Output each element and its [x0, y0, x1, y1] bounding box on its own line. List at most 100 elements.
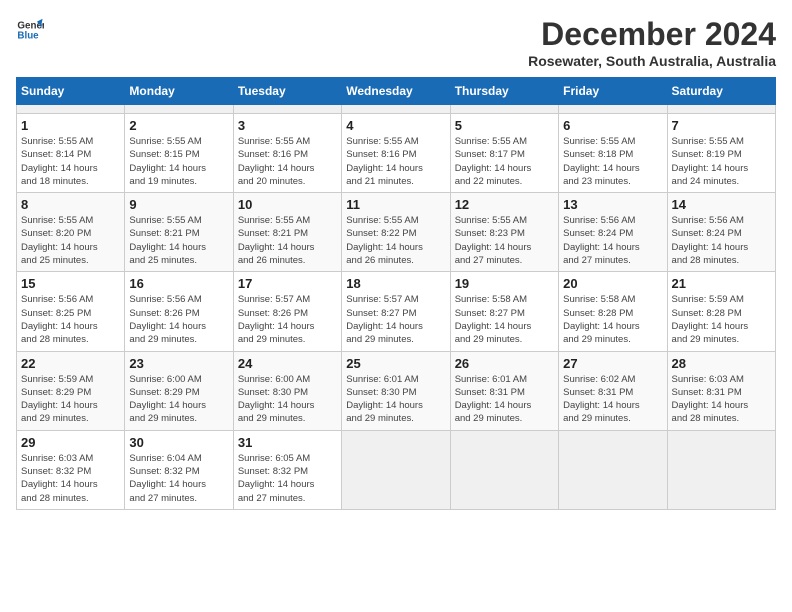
day-detail: Sunrise: 5:57 AMSunset: 8:26 PMDaylight:… — [238, 293, 337, 346]
day-number: 16 — [129, 276, 228, 291]
day-detail: Sunrise: 6:05 AMSunset: 8:32 PMDaylight:… — [238, 452, 337, 505]
col-sunday: Sunday — [17, 78, 125, 105]
table-row: 8 Sunrise: 5:55 AMSunset: 8:20 PMDaylight… — [17, 193, 125, 272]
table-row — [667, 105, 775, 114]
day-detail: Sunrise: 5:55 AMSunset: 8:17 PMDaylight:… — [455, 135, 554, 188]
table-row: 7 Sunrise: 5:55 AMSunset: 8:19 PMDaylight… — [667, 114, 775, 193]
calendar-row: 1Sunrise: 5:55 AMSunset: 8:14 PMDaylight… — [17, 114, 776, 193]
day-number: 19 — [455, 276, 554, 291]
day-detail: Sunrise: 5:55 AMSunset: 8:20 PMDaylight:… — [21, 214, 120, 267]
table-row: 31 Sunrise: 6:05 AMSunset: 8:32 PMDayligh… — [233, 430, 341, 509]
page-header: General Blue December 2024 Rosewater, So… — [16, 16, 776, 69]
calendar-row — [17, 105, 776, 114]
col-saturday: Saturday — [667, 78, 775, 105]
month-title: December 2024 — [528, 16, 776, 53]
day-number: 8 — [21, 197, 120, 212]
col-friday: Friday — [559, 78, 667, 105]
table-row — [342, 430, 450, 509]
table-row: 11 Sunrise: 5:55 AMSunset: 8:22 PMDayligh… — [342, 193, 450, 272]
table-row — [342, 105, 450, 114]
day-number: 26 — [455, 356, 554, 371]
table-row — [450, 430, 558, 509]
day-number: 21 — [672, 276, 771, 291]
table-row: 17 Sunrise: 5:57 AMSunset: 8:26 PMDayligh… — [233, 272, 341, 351]
day-number: 3 — [238, 118, 337, 133]
day-number: 25 — [346, 356, 445, 371]
table-row: 1Sunrise: 5:55 AMSunset: 8:14 PMDaylight… — [17, 114, 125, 193]
day-detail: Sunrise: 6:01 AMSunset: 8:30 PMDaylight:… — [346, 373, 445, 426]
day-number: 4 — [346, 118, 445, 133]
col-tuesday: Tuesday — [233, 78, 341, 105]
day-number: 30 — [129, 435, 228, 450]
day-number: 31 — [238, 435, 337, 450]
day-number: 6 — [563, 118, 662, 133]
day-detail: Sunrise: 5:55 AMSunset: 8:19 PMDaylight:… — [672, 135, 771, 188]
day-detail: Sunrise: 6:03 AMSunset: 8:32 PMDaylight:… — [21, 452, 120, 505]
table-row: 19Sunrise: 5:58 AMSunset: 8:27 PMDayligh… — [450, 272, 558, 351]
table-row — [450, 105, 558, 114]
table-row: 6 Sunrise: 5:55 AMSunset: 8:18 PMDaylight… — [559, 114, 667, 193]
col-wednesday: Wednesday — [342, 78, 450, 105]
table-row: 5 Sunrise: 5:55 AMSunset: 8:17 PMDaylight… — [450, 114, 558, 193]
table-row: 10Sunrise: 5:55 AMSunset: 8:21 PMDayligh… — [233, 193, 341, 272]
day-detail: Sunrise: 6:01 AMSunset: 8:31 PMDaylight:… — [455, 373, 554, 426]
day-detail: Sunrise: 5:55 AMSunset: 8:18 PMDaylight:… — [563, 135, 662, 188]
table-row: 9 Sunrise: 5:55 AMSunset: 8:21 PMDaylight… — [125, 193, 233, 272]
day-number: 7 — [672, 118, 771, 133]
logo-icon: General Blue — [16, 16, 44, 44]
day-detail: Sunrise: 5:55 AMSunset: 8:16 PMDaylight:… — [346, 135, 445, 188]
day-number: 20 — [563, 276, 662, 291]
table-row: 21Sunrise: 5:59 AMSunset: 8:28 PMDayligh… — [667, 272, 775, 351]
table-row: 24Sunrise: 6:00 AMSunset: 8:30 PMDayligh… — [233, 351, 341, 430]
day-detail: Sunrise: 5:56 AMSunset: 8:26 PMDaylight:… — [129, 293, 228, 346]
col-monday: Monday — [125, 78, 233, 105]
day-number: 29 — [21, 435, 120, 450]
table-row: 2Sunrise: 5:55 AMSunset: 8:15 PMDaylight… — [125, 114, 233, 193]
day-number: 9 — [129, 197, 228, 212]
day-number: 18 — [346, 276, 445, 291]
day-number: 12 — [455, 197, 554, 212]
day-number: 17 — [238, 276, 337, 291]
day-detail: Sunrise: 5:58 AMSunset: 8:28 PMDaylight:… — [563, 293, 662, 346]
table-row: 4 Sunrise: 5:55 AMSunset: 8:16 PMDaylight… — [342, 114, 450, 193]
day-detail: Sunrise: 5:59 AMSunset: 8:29 PMDaylight:… — [21, 373, 120, 426]
table-row: 13Sunrise: 5:56 AMSunset: 8:24 PMDayligh… — [559, 193, 667, 272]
day-number: 5 — [455, 118, 554, 133]
table-row: 20 Sunrise: 5:58 AMSunset: 8:28 PMDayligh… — [559, 272, 667, 351]
day-number: 10 — [238, 197, 337, 212]
day-detail: Sunrise: 5:55 AMSunset: 8:22 PMDaylight:… — [346, 214, 445, 267]
day-number: 11 — [346, 197, 445, 212]
day-detail: Sunrise: 5:55 AMSunset: 8:15 PMDaylight:… — [129, 135, 228, 188]
table-row: 18 Sunrise: 5:57 AMSunset: 8:27 PMDayligh… — [342, 272, 450, 351]
table-row: 26 Sunrise: 6:01 AMSunset: 8:31 PMDayligh… — [450, 351, 558, 430]
location-subtitle: Rosewater, South Australia, Australia — [528, 53, 776, 69]
calendar-row: 29 Sunrise: 6:03 AMSunset: 8:32 PMDayligh… — [17, 430, 776, 509]
day-detail: Sunrise: 5:55 AMSunset: 8:23 PMDaylight:… — [455, 214, 554, 267]
day-detail: Sunrise: 6:00 AMSunset: 8:29 PMDaylight:… — [129, 373, 228, 426]
day-number: 14 — [672, 197, 771, 212]
table-row: 16 Sunrise: 5:56 AMSunset: 8:26 PMDayligh… — [125, 272, 233, 351]
table-row: 23 Sunrise: 6:00 AMSunset: 8:29 PMDayligh… — [125, 351, 233, 430]
calendar-row: 15Sunrise: 5:56 AMSunset: 8:25 PMDayligh… — [17, 272, 776, 351]
day-number: 13 — [563, 197, 662, 212]
day-detail: Sunrise: 5:55 AMSunset: 8:21 PMDaylight:… — [129, 214, 228, 267]
day-detail: Sunrise: 6:00 AMSunset: 8:30 PMDaylight:… — [238, 373, 337, 426]
day-number: 22 — [21, 356, 120, 371]
table-row: 30 Sunrise: 6:04 AMSunset: 8:32 PMDayligh… — [125, 430, 233, 509]
logo: General Blue — [16, 16, 44, 44]
table-row: 12 Sunrise: 5:55 AMSunset: 8:23 PMDayligh… — [450, 193, 558, 272]
table-row: 3 Sunrise: 5:55 AMSunset: 8:16 PMDaylight… — [233, 114, 341, 193]
calendar-table: Sunday Monday Tuesday Wednesday Thursday… — [16, 77, 776, 510]
day-number: 23 — [129, 356, 228, 371]
day-detail: Sunrise: 6:04 AMSunset: 8:32 PMDaylight:… — [129, 452, 228, 505]
day-detail: Sunrise: 5:57 AMSunset: 8:27 PMDaylight:… — [346, 293, 445, 346]
table-row: 14Sunrise: 5:56 AMSunset: 8:24 PMDayligh… — [667, 193, 775, 272]
day-detail: Sunrise: 5:55 AMSunset: 8:14 PMDaylight:… — [21, 135, 120, 188]
table-row — [667, 430, 775, 509]
table-row: 27Sunrise: 6:02 AMSunset: 8:31 PMDayligh… — [559, 351, 667, 430]
day-detail: Sunrise: 5:55 AMSunset: 8:16 PMDaylight:… — [238, 135, 337, 188]
table-row: 15Sunrise: 5:56 AMSunset: 8:25 PMDayligh… — [17, 272, 125, 351]
table-row — [233, 105, 341, 114]
table-row — [559, 105, 667, 114]
header-row: Sunday Monday Tuesday Wednesday Thursday… — [17, 78, 776, 105]
